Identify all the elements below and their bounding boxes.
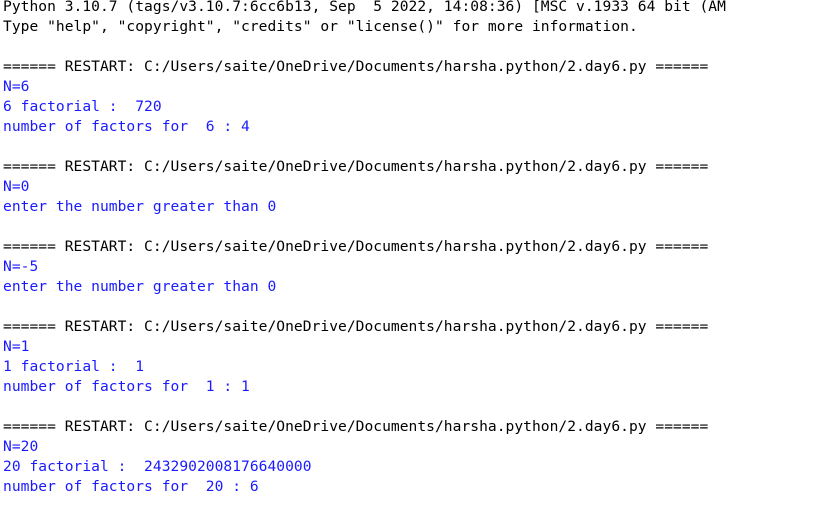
output-line: 1 factorial : 1 (3, 358, 145, 375)
output-line: 20 factorial : 2432902008176640000 (3, 458, 312, 475)
input-line: N=0 (3, 178, 30, 195)
input-line: N=1 (3, 338, 30, 355)
restart-line: ====== RESTART: C:/Users/saite/OneDrive/… (3, 318, 709, 335)
idle-shell-window[interactable]: Python 3.10.7 (tags/v3.10.7:6cc6b13, Sep… (0, 0, 823, 512)
help-info-line: Type "help", "copyright", "credits" or "… (3, 18, 638, 35)
output-line: 6 factorial : 720 (3, 98, 162, 115)
output-line: number of factors for 20 : 6 (3, 478, 259, 495)
input-line: N=-5 (3, 258, 39, 275)
output-line: number of factors for 1 : 1 (3, 378, 250, 395)
input-line: N=20 (3, 438, 39, 455)
restart-line: ====== RESTART: C:/Users/saite/OneDrive/… (3, 418, 709, 435)
input-line: N=6 (3, 78, 30, 95)
restart-line: ====== RESTART: C:/Users/saite/OneDrive/… (3, 58, 709, 75)
output-line: enter the number greater than 0 (3, 198, 277, 215)
restart-line: ====== RESTART: C:/Users/saite/OneDrive/… (3, 238, 709, 255)
python-version-banner: Python 3.10.7 (tags/v3.10.7:6cc6b13, Sep… (3, 0, 726, 15)
restart-line: ====== RESTART: C:/Users/saite/OneDrive/… (3, 158, 709, 175)
output-line: number of factors for 6 : 4 (3, 118, 250, 135)
output-line: enter the number greater than 0 (3, 278, 277, 295)
